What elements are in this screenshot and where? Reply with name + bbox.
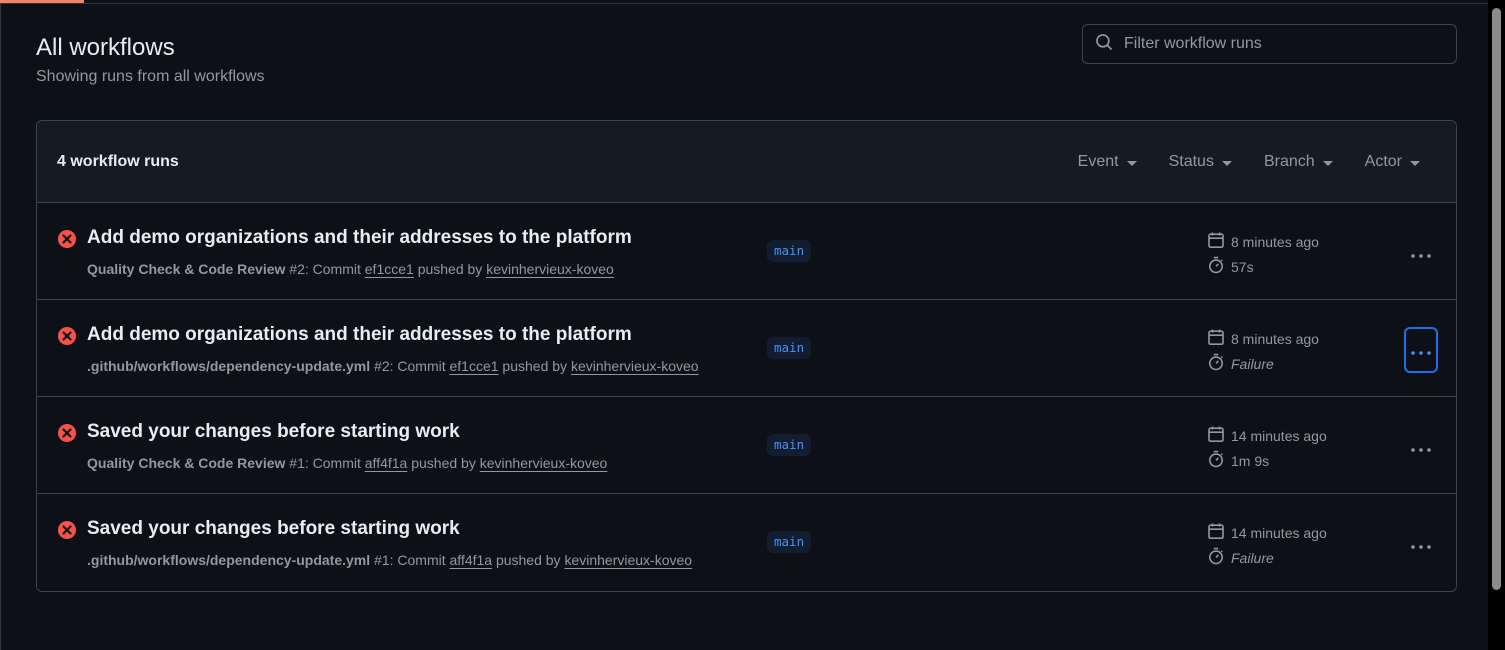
calendar-icon xyxy=(1207,522,1231,543)
run-number: #2: Commit xyxy=(370,358,450,374)
run-title-link[interactable]: Saved your changes before starting work xyxy=(87,421,460,443)
workflow-name: Quality Check & Code Review xyxy=(87,261,286,277)
scrollbar-thumb[interactable] xyxy=(1492,8,1501,590)
workflow-run-row: Add demo organizations and their address… xyxy=(37,300,1456,397)
branch-filter-dropdown[interactable]: Branch xyxy=(1264,153,1333,171)
actor-link[interactable]: kevinhervieux-koveo xyxy=(480,455,608,471)
run-options-button[interactable] xyxy=(1404,230,1438,276)
run-duration: Failure xyxy=(1231,355,1274,372)
actor-link[interactable]: kevinhervieux-koveo xyxy=(486,261,614,277)
commit-link[interactable]: ef1cce1 xyxy=(365,261,414,277)
pushed-by-text: pushed by xyxy=(413,261,487,277)
run-meta: .github/workflows/dependency-update.yml … xyxy=(87,358,699,374)
failure-status-icon xyxy=(57,326,77,346)
failure-status-icon xyxy=(57,423,77,443)
run-number: #2: Commit xyxy=(285,261,365,277)
pushed-by-text: pushed by xyxy=(407,455,480,471)
caret-down-icon xyxy=(1126,160,1137,166)
run-timing: 8 minutes ago 57s xyxy=(1207,229,1319,279)
list-header: 4 workflow runs Event Status Branch Acto… xyxy=(37,121,1456,203)
runs-count: 4 workflow runs xyxy=(57,152,179,170)
run-timing: 14 minutes ago Failure xyxy=(1207,520,1327,570)
time-ago: 8 minutes ago xyxy=(1231,233,1319,250)
branch-badge[interactable]: main xyxy=(767,240,812,262)
pushed-by-text: pushed by xyxy=(492,552,565,568)
active-tab-indicator xyxy=(0,0,84,3)
run-title-link[interactable]: Add demo organizations and their address… xyxy=(87,227,632,249)
workflow-name: .github/workflows/dependency-update.yml xyxy=(87,552,371,568)
kebab-horizontal-icon xyxy=(1410,243,1432,264)
failure-status-icon xyxy=(57,520,77,540)
run-options-button[interactable] xyxy=(1404,327,1438,373)
run-duration: Failure xyxy=(1231,549,1274,566)
run-duration: 1m 9s xyxy=(1231,452,1270,469)
top-border xyxy=(0,0,1488,4)
scrollbar[interactable] xyxy=(1488,0,1505,650)
branch-badge[interactable]: main xyxy=(767,337,812,359)
actor-link[interactable]: kevinhervieux-koveo xyxy=(564,552,692,568)
stopwatch-icon xyxy=(1207,547,1231,568)
workflow-name: .github/workflows/dependency-update.yml xyxy=(87,358,371,374)
branch-badge[interactable]: main xyxy=(767,434,812,456)
run-title-link[interactable]: Saved your changes before starting work xyxy=(87,518,460,540)
run-meta: Quality Check & Code Review #2: Commit e… xyxy=(87,261,614,277)
failure-status-icon xyxy=(57,229,77,249)
calendar-icon xyxy=(1207,425,1231,446)
workflow-name: Quality Check & Code Review xyxy=(87,455,286,471)
calendar-icon xyxy=(1207,328,1231,349)
search-icon xyxy=(1095,33,1113,56)
run-timing: 14 minutes ago 1m 9s xyxy=(1207,423,1327,473)
stopwatch-icon xyxy=(1207,353,1231,374)
run-options-button[interactable] xyxy=(1404,521,1438,567)
filter-runs-search[interactable] xyxy=(1082,24,1457,64)
actor-link[interactable]: kevinhervieux-koveo xyxy=(571,358,699,374)
page-subtitle: Showing runs from all workflows xyxy=(36,68,265,85)
commit-link[interactable]: ef1cce1 xyxy=(450,358,499,374)
calendar-icon xyxy=(1207,231,1231,252)
workflow-run-row: Add demo organizations and their address… xyxy=(37,203,1456,300)
run-meta: Quality Check & Code Review #1: Commit a… xyxy=(87,455,607,471)
kebab-horizontal-icon xyxy=(1410,340,1432,361)
pushed-by-text: pushed by xyxy=(498,358,571,374)
workflow-runs-list: 4 workflow runs Event Status Branch Acto… xyxy=(36,120,1457,592)
time-ago: 8 minutes ago xyxy=(1231,330,1319,347)
actor-filter-label: Actor xyxy=(1364,153,1402,170)
runs-rows: Add demo organizations and their address… xyxy=(37,203,1456,589)
stopwatch-icon xyxy=(1207,256,1231,277)
run-timing: 8 minutes ago Failure xyxy=(1207,326,1319,376)
kebab-horizontal-icon xyxy=(1410,534,1432,555)
sidebar-divider xyxy=(0,4,1,650)
time-ago: 14 minutes ago xyxy=(1231,524,1327,541)
search-input[interactable] xyxy=(1124,35,1444,53)
branch-badge[interactable]: main xyxy=(767,531,812,553)
caret-down-icon xyxy=(1410,160,1420,166)
workflow-run-row: Saved your changes before starting work … xyxy=(37,494,1456,589)
stopwatch-icon xyxy=(1207,450,1231,471)
run-title-link[interactable]: Add demo organizations and their address… xyxy=(87,324,632,346)
kebab-horizontal-icon xyxy=(1410,437,1432,458)
event-filter-dropdown[interactable]: Event xyxy=(1078,153,1137,171)
branch-filter-label: Branch xyxy=(1263,153,1315,170)
status-filter-dropdown[interactable]: Status xyxy=(1169,153,1232,171)
commit-link[interactable]: aff4f1a xyxy=(365,455,408,471)
time-ago: 14 minutes ago xyxy=(1231,427,1327,444)
workflow-run-row: Saved your changes before starting work … xyxy=(37,397,1456,494)
run-number: #1: Commit xyxy=(285,455,365,471)
actor-filter-dropdown[interactable]: Actor xyxy=(1365,153,1420,171)
run-options-button[interactable] xyxy=(1404,424,1438,470)
run-number: #1: Commit xyxy=(370,552,450,568)
run-meta: .github/workflows/dependency-update.yml … xyxy=(87,552,692,568)
caret-down-icon xyxy=(1322,160,1333,166)
commit-link[interactable]: aff4f1a xyxy=(450,552,493,568)
run-duration: 57s xyxy=(1231,258,1254,275)
page-title: All workflows xyxy=(36,34,175,61)
caret-down-icon xyxy=(1221,160,1232,166)
event-filter-label: Event xyxy=(1077,153,1119,170)
status-filter-label: Status xyxy=(1168,153,1214,170)
filter-bar: Event Status Branch Actor xyxy=(1046,121,1420,203)
